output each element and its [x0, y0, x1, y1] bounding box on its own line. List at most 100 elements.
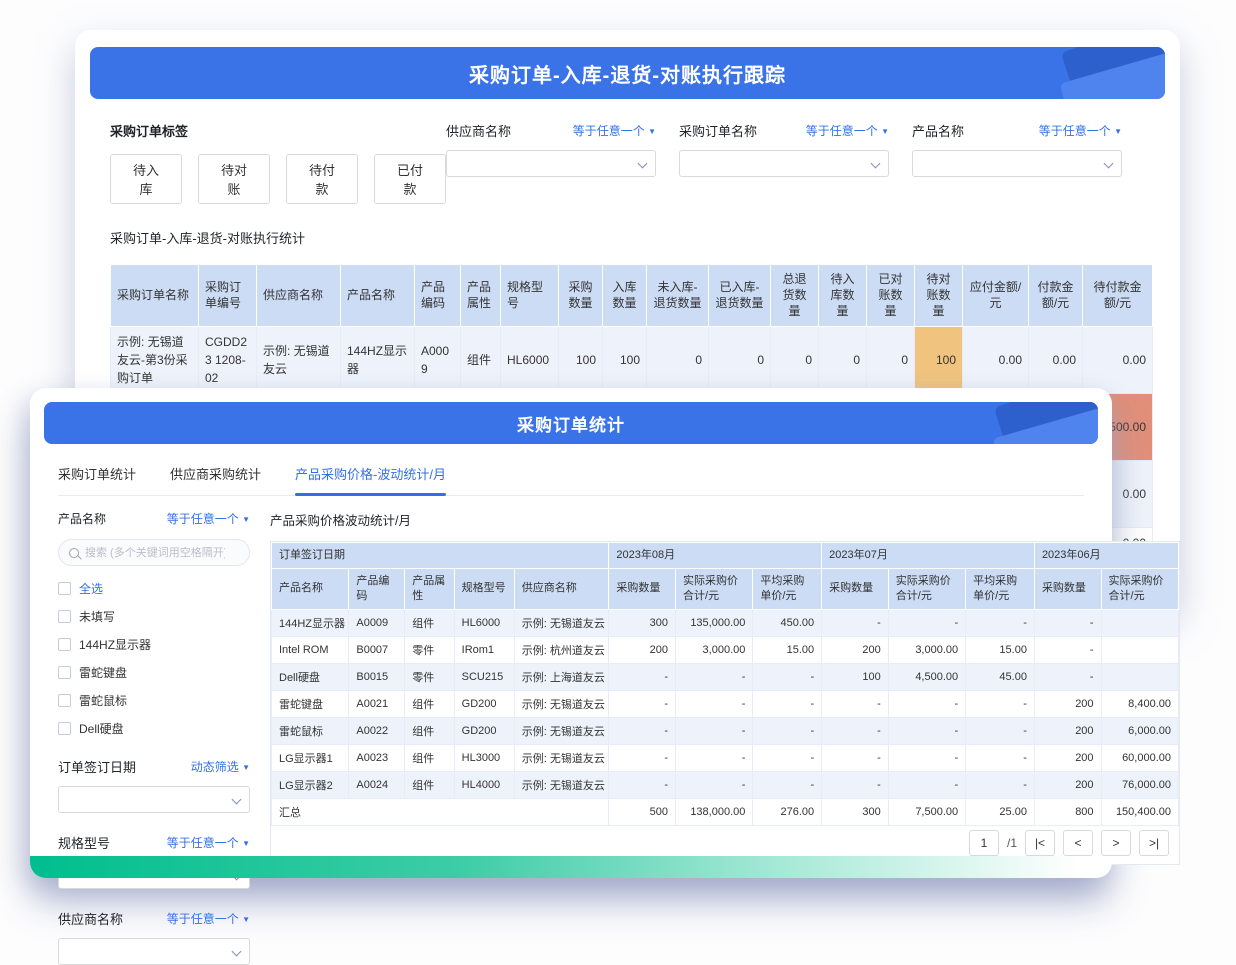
side-filter-供应商名称-select[interactable]: [58, 938, 250, 965]
table-row: 雷蛇键盘A0021组件GD200示例: 无锡道友云------2008,400.…: [272, 690, 1179, 717]
table-cell: LG显示器1: [272, 744, 349, 771]
back-filter-产品名称-select[interactable]: [912, 150, 1122, 177]
checkbox-icon: [58, 610, 71, 623]
table-cell: -: [888, 771, 965, 798]
back-window-title: 采购订单-入库-退货-对账执行跟踪: [469, 59, 786, 88]
table-cell: -: [822, 771, 889, 798]
side-filter-供应商名称-group: 供应商名称 等于任意一个 ▼: [58, 909, 250, 965]
back-filter-供应商名称-label: 供应商名称: [446, 121, 511, 140]
checkbox-icon: [58, 722, 71, 735]
table-cell: 示例: 无锡道友云: [257, 326, 341, 393]
search-icon: [69, 548, 79, 558]
back-filter-产品名称-label: 产品名称: [912, 121, 964, 140]
column-header: 付款金额/元: [1029, 265, 1083, 327]
next-page-button[interactable]: >: [1101, 830, 1131, 856]
column-header: 实际采购价合计/元: [676, 568, 753, 609]
table-cell: -: [1034, 663, 1101, 690]
product-search-box[interactable]: [58, 539, 250, 566]
column-header: 产品名称: [341, 265, 415, 327]
table-cell: -: [822, 690, 889, 717]
summary-cell: 276.00: [753, 798, 822, 825]
back-filter-供应商名称-op-link[interactable]: 等于任意一个 ▼: [573, 122, 656, 139]
back-filter-采购订单名称-select[interactable]: [679, 150, 889, 177]
table-cell: 示例: 无锡道友云-第3份采购订单: [111, 326, 199, 393]
checkbox-option[interactable]: 未填写: [58, 608, 250, 625]
side-filter-订单签订日期-op-link[interactable]: 动态筛选 ▼: [191, 758, 250, 775]
first-page-button[interactable]: |<: [1025, 830, 1055, 856]
product-name-op-link[interactable]: 等于任意一个 ▼: [167, 510, 250, 527]
column-header: 供应商名称: [514, 568, 609, 609]
checkbox-icon: [58, 694, 71, 707]
side-filter-规格型号-op-link[interactable]: 等于任意一个 ▼: [167, 834, 250, 851]
front-window-title: 采购订单统计: [517, 411, 625, 436]
product-search-input[interactable]: [85, 547, 225, 559]
back-filter-采购订单名称-label: 采购订单名称: [679, 121, 757, 140]
front-window-header: 采购订单统计: [44, 402, 1098, 444]
table-cell: 200: [1034, 717, 1101, 744]
tab-采购订单统计[interactable]: 采购订单统计: [58, 464, 136, 495]
stats-table-container: 订单签订日期2023年08月2023年07月2023年06月产品名称产品编码产品…: [270, 541, 1180, 865]
order-tag-button[interactable]: 待对账: [198, 154, 270, 204]
table-cell: CGDD23 1208-02: [199, 326, 257, 393]
table-cell: 组件: [405, 744, 454, 771]
tab-供应商采购统计[interactable]: 供应商采购统计: [170, 464, 261, 495]
dropdown-arrow-icon: ▼: [242, 839, 250, 848]
table-row: 144HZ显示器A0009组件HL6000示例: 无锡道友云300135,000…: [272, 609, 1179, 636]
checkbox-option[interactable]: 全选: [58, 580, 250, 597]
banner-ribbon-decoration: [948, 402, 1098, 444]
table-cell: -: [753, 744, 822, 771]
column-header: 产品名称: [272, 568, 349, 609]
table-cell: -: [676, 717, 753, 744]
order-tag-button[interactable]: 已付款: [374, 154, 446, 204]
back-filter-采购订单名称-group: 采购订单名称 等于任意一个 ▼: [679, 121, 889, 204]
summary-cell: 800: [1034, 798, 1101, 825]
back-filter-产品名称-group: 产品名称 等于任意一个 ▼: [912, 121, 1122, 204]
table-cell: -: [609, 771, 676, 798]
table-cell: 15.00: [753, 636, 822, 663]
table-cell: 45.00: [966, 663, 1035, 690]
table-cell: -: [1034, 636, 1101, 663]
table-row: 雷蛇鼠标A0022组件GD200示例: 无锡道友云------2006,000.…: [272, 717, 1179, 744]
page-number-box[interactable]: 1: [969, 830, 999, 856]
order-tag-button[interactable]: 待入库: [110, 154, 182, 204]
tab-产品采购价格-波动统计/月[interactable]: 产品采购价格-波动统计/月: [295, 464, 446, 495]
front-window-order-stats: 采购订单统计 采购订单统计供应商采购统计产品采购价格-波动统计/月 产品名称 等…: [30, 388, 1112, 878]
table-cell: 100: [822, 663, 889, 690]
table-cell: -: [966, 609, 1035, 636]
checkbox-option[interactable]: 144HZ显示器: [58, 636, 250, 653]
table-cell: A0009: [349, 609, 405, 636]
column-header: 待付款金额/元: [1083, 265, 1153, 327]
chevron-down-icon: [871, 159, 881, 169]
table-cell: 零件: [405, 663, 454, 690]
side-filter-供应商名称-label: 供应商名称: [58, 909, 123, 928]
group-column-header: 订单签订日期: [272, 543, 609, 569]
table-header-row: 产品名称产品编码产品属性规格型号供应商名称采购数量实际采购价合计/元平均采购单价…: [272, 568, 1179, 609]
back-filter-产品名称-op-link[interactable]: 等于任意一个 ▼: [1039, 122, 1122, 139]
order-tag-button[interactable]: 待付款: [286, 154, 358, 204]
back-window-header: 采购订单-入库-退货-对账执行跟踪: [90, 47, 1165, 99]
side-filter-订单签订日期-label: 订单签订日期: [58, 757, 136, 776]
side-filter-供应商名称-op-link[interactable]: 等于任意一个 ▼: [167, 910, 250, 927]
last-page-button[interactable]: >|: [1139, 830, 1169, 856]
banner-ribbon-decoration: [1015, 47, 1165, 99]
prev-page-button[interactable]: <: [1063, 830, 1093, 856]
table-cell: -: [888, 717, 965, 744]
back-filter-供应商名称-select[interactable]: [446, 150, 656, 177]
checkbox-option[interactable]: 雷蛇鼠标: [58, 692, 250, 709]
table-cell: 零件: [405, 636, 454, 663]
table-cell: -: [676, 744, 753, 771]
back-filter-采购订单名称-op-link[interactable]: 等于任意一个 ▼: [806, 122, 889, 139]
table-cell: HL6000: [454, 609, 514, 636]
checkbox-option[interactable]: 雷蛇键盘: [58, 664, 250, 681]
column-header: 待对账数量: [915, 265, 963, 327]
table-cell: 0.00: [1083, 326, 1153, 393]
table-cell: -: [822, 609, 889, 636]
column-header: 产品编码: [349, 568, 405, 609]
order-tag-buttons: 待入库待对账待付款已付款: [110, 154, 446, 204]
table-cell: IRom1: [454, 636, 514, 663]
checkbox-option[interactable]: Dell硬盘: [58, 720, 250, 737]
table-cell: -: [822, 744, 889, 771]
table-cell: Dell硬盘: [272, 663, 349, 690]
table-cell: 200: [1034, 771, 1101, 798]
side-filter-订单签订日期-select[interactable]: [58, 786, 250, 813]
